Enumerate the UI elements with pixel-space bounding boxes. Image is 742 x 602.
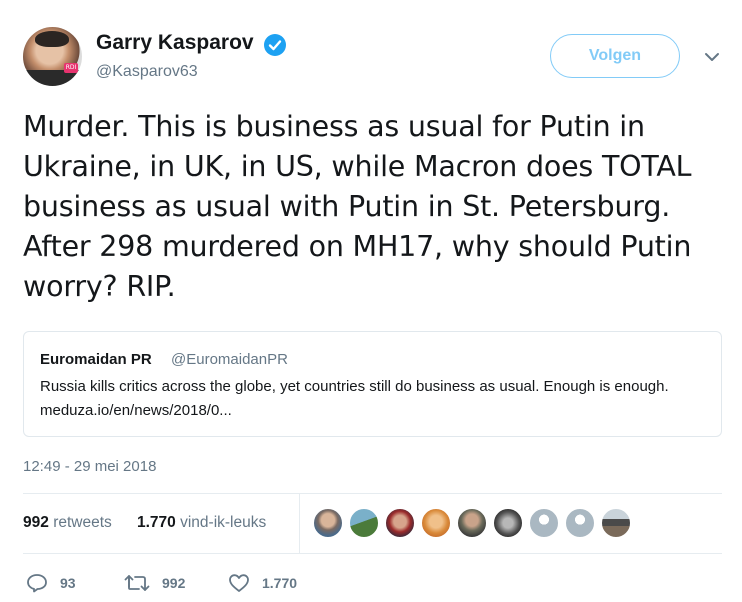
liker-avatar[interactable] [313, 508, 343, 538]
like-stat-label: vind-ik-leuks [180, 514, 267, 531]
quoted-tweet-text: Russia kills critics across the globe, y… [40, 378, 669, 419]
reply-count: 93 [60, 575, 76, 591]
heart-icon [229, 574, 249, 592]
tweet-text: Murder. This is business as usual for Pu… [23, 110, 692, 303]
liker-avatar[interactable] [493, 508, 523, 538]
avatar-badge: RDI [64, 63, 78, 73]
liker-avatar[interactable] [565, 508, 595, 538]
liker-avatar[interactable] [529, 508, 559, 538]
like-button[interactable]: 1.770 [228, 573, 297, 593]
liker-avatar[interactable] [349, 508, 379, 538]
liker-avatar[interactable] [457, 508, 487, 538]
reply-button[interactable]: 93 [26, 573, 76, 593]
divider-top [23, 493, 722, 494]
liker-avatar[interactable] [421, 508, 451, 538]
liker-avatar[interactable] [601, 508, 631, 538]
tweet-timestamp[interactable]: 12:49 - 29 mei 2018 [23, 458, 156, 475]
quoted-author-name[interactable]: Euromaidan PR [40, 351, 152, 368]
quoted-author-handle[interactable]: @EuromaidanPR [171, 351, 288, 368]
author-name[interactable]: Garry Kasparov [96, 31, 254, 55]
chevron-down-icon[interactable] [703, 50, 721, 64]
retweet-icon [124, 575, 150, 591]
avatar-hair [35, 31, 69, 47]
retweet-count: 992 [23, 514, 49, 531]
retweet-stat-label: retweets [53, 514, 112, 531]
retweet-action-count: 992 [162, 575, 186, 591]
like-stat[interactable]: 1.770 vind-ik-leuks [137, 514, 266, 532]
retweet-stat[interactable]: 992 retweets [23, 514, 112, 532]
like-count: 1.770 [137, 514, 176, 531]
author-handle[interactable]: @Kasparov63 [96, 63, 198, 81]
retweet-button[interactable]: 992 [124, 573, 185, 593]
like-action-count: 1.770 [262, 575, 298, 591]
reply-icon [27, 574, 47, 593]
liker-avatar[interactable] [385, 508, 415, 538]
author-avatar[interactable]: RDI [23, 27, 82, 86]
verified-badge-icon [264, 34, 286, 56]
divider-bottom [23, 553, 722, 554]
follow-button[interactable]: Volgen [550, 34, 680, 78]
stats-divider [299, 493, 300, 553]
